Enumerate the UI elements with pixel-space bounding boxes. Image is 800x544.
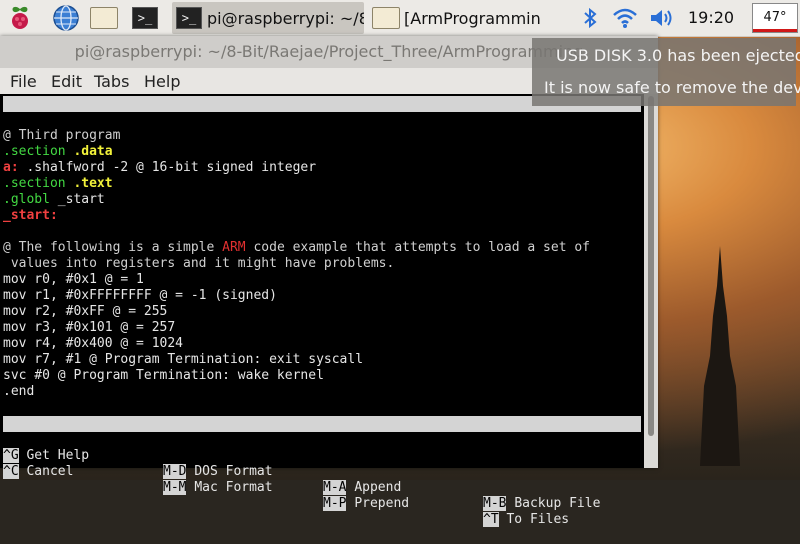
menu-edit[interactable]: Edit xyxy=(51,72,82,91)
terminal-scrollbar[interactable] xyxy=(644,94,658,468)
terminal-icon: >_ xyxy=(176,7,202,29)
shortcut-cancel[interactable]: ^C Cancel xyxy=(3,464,73,480)
shortcut-prepend[interactable]: M-P Prepend xyxy=(323,496,409,512)
code-line: mov r2, #0xFF @ = 255 xyxy=(3,304,168,319)
task-terminal[interactable]: >_ pi@raspberrypi: ~/8- xyxy=(172,2,364,34)
shortcut-backup-file[interactable]: M-B Backup File xyxy=(483,496,600,512)
taskbar: >_ >_ pi@raspberrypi: ~/8- [ArmProgrammi… xyxy=(0,0,800,37)
shortcut-append[interactable]: M-A Append xyxy=(323,480,401,496)
nano-filename: third.s xyxy=(307,128,362,143)
shortcut-row-1: ^G Get Help M-D DOS Format M-A Append M-… xyxy=(3,432,600,511)
nano-version: GNU nano 3.2 xyxy=(11,112,105,127)
cpu-usage-bar xyxy=(753,29,797,32)
code-line: .globl _start xyxy=(3,192,105,207)
terminal-area[interactable]: GNU nano 3.2 third.s Modified @ Third pr… xyxy=(0,94,644,527)
folder-icon xyxy=(372,7,400,29)
code-line: _start: xyxy=(3,208,58,223)
scrollbar-thumb[interactable] xyxy=(648,96,654,436)
notification-body: It is now safe to remove the device xyxy=(544,78,800,97)
code-line: mov r7, #1 @ Program Termination: exit s… xyxy=(3,352,364,367)
code-line: .section .data xyxy=(3,144,113,159)
eject-notification[interactable]: USB DISK 3.0 has been ejected It is now … xyxy=(532,38,800,106)
window-title: pi@raspberrypi: ~/8-Bit/Raejae/Project_T… xyxy=(74,42,584,61)
bluetooth-icon[interactable] xyxy=(576,4,604,32)
code-line: mov r4, #0x400 @ = 1024 xyxy=(3,336,184,351)
volume-icon[interactable] xyxy=(648,4,676,32)
file-manager-icon[interactable] xyxy=(90,4,118,32)
terminal-launcher-icon[interactable]: >_ xyxy=(131,4,159,32)
code-line: svc #0 @ Program Termination: wake kerne… xyxy=(3,368,324,383)
code-line: @ The following is a simple ARM code exa… xyxy=(3,240,591,255)
notification-title: USB DISK 3.0 has been ejected xyxy=(556,46,800,65)
code-line: .end xyxy=(3,384,35,399)
shortcut-mac-format[interactable]: M-M Mac Format xyxy=(163,480,273,496)
filename-prompt-text: File Name to Write: third.s xyxy=(49,432,262,447)
wifi-icon[interactable] xyxy=(611,4,639,32)
task-file-manager[interactable]: [ArmProgramming] xyxy=(368,2,540,34)
shortcut-to-files[interactable]: ^T To Files xyxy=(483,512,569,528)
cpu-temperature-value: 47° xyxy=(763,10,787,25)
temple-silhouette xyxy=(700,246,740,466)
code-line: a: .shalfword -2 @ 16-bit signed integer xyxy=(3,160,317,175)
filename-prompt[interactable]: File Name to Write: third.s xyxy=(3,416,641,447)
browser-globe-icon[interactable] xyxy=(52,4,80,32)
shortcut-dos-format[interactable]: M-D DOS Format xyxy=(163,464,273,480)
task-terminal-label: pi@raspberrypi: ~/8- xyxy=(207,8,364,28)
code-line: .section .text xyxy=(3,176,113,191)
cpu-temperature-monitor[interactable]: 47° xyxy=(752,3,798,33)
clock[interactable]: 19:20 xyxy=(688,0,734,36)
code-line: mov r0, #0x1 @ = 1 xyxy=(3,272,144,287)
nano-status: Modified xyxy=(563,144,626,159)
code-line: mov r1, #0xFFFFFFFF @ = -1 (signed) xyxy=(3,288,277,303)
menu-help[interactable]: Help xyxy=(144,72,180,91)
menu-file[interactable]: File xyxy=(10,72,37,91)
code-line: values into registers and it might have … xyxy=(3,256,395,271)
menu-tabs[interactable]: Tabs xyxy=(94,72,129,91)
raspberry-menu-icon[interactable] xyxy=(6,4,34,32)
code-line: mov r3, #0x101 @ = 257 xyxy=(3,320,176,335)
task-file-manager-label: [ArmProgramming] xyxy=(404,8,540,28)
shortcut-row-2: ^C Cancel M-M Mac Format M-P Prepend ^T … xyxy=(3,448,569,527)
code-line: @ Third program xyxy=(3,128,121,143)
